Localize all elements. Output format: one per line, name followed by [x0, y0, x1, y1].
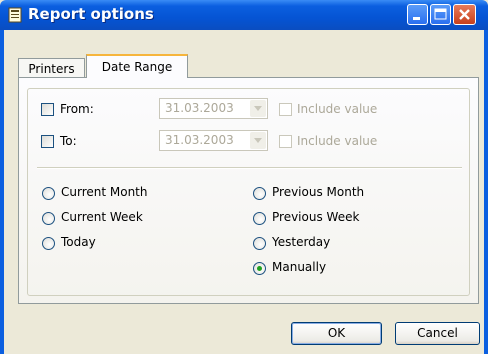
to-label: To: [60, 134, 77, 148]
radio-yesterday[interactable] [253, 237, 266, 250]
radio-today-label: Today [61, 235, 96, 249]
window-frame-left [0, 30, 4, 354]
tab-date-range-label: Date Range [101, 60, 173, 74]
tab-printers[interactable]: Printers [18, 58, 85, 77]
maximize-icon [434, 8, 447, 20]
radio-current-week[interactable] [42, 212, 55, 225]
radio-current-month-label: Current Month [61, 185, 148, 199]
radio-current-month[interactable] [42, 187, 55, 200]
maximize-button[interactable] [430, 4, 451, 25]
title-bar[interactable]: Report options [0, 0, 488, 30]
chevron-down-icon[interactable] [250, 132, 266, 149]
radio-selected-dot [257, 266, 262, 271]
tab-printers-label: Printers [28, 62, 75, 76]
radio-previous-month-label: Previous Month [272, 185, 365, 199]
radio-manually[interactable] [253, 262, 266, 275]
to-include-value-checkbox[interactable] [279, 135, 292, 148]
separator [37, 167, 462, 169]
cancel-button[interactable]: Cancel [395, 322, 480, 345]
chevron-down-icon[interactable] [250, 100, 266, 117]
radio-yesterday-label: Yesterday [272, 235, 331, 249]
report-options-dialog: Report options Printers Date Range From:… [0, 0, 488, 354]
radio-previous-week-label: Previous Week [272, 210, 360, 224]
report-icon [8, 7, 22, 23]
to-date-dropdown[interactable]: 31.03.2003 [159, 130, 268, 151]
from-label: From: [60, 102, 94, 116]
minimize-button[interactable] [407, 4, 428, 25]
radio-previous-month[interactable] [253, 187, 266, 200]
tab-date-range[interactable]: Date Range [86, 54, 188, 78]
close-button[interactable] [453, 4, 476, 25]
to-include-value-label: Include value [297, 134, 378, 148]
from-checkbox[interactable] [41, 103, 54, 116]
radio-today[interactable] [42, 237, 55, 250]
from-date-value: 31.03.2003 [165, 101, 234, 115]
window-title: Report options [28, 5, 154, 23]
from-include-value-label: Include value [297, 102, 378, 116]
to-date-value: 31.03.2003 [165, 133, 234, 147]
minimize-icon [413, 17, 420, 20]
close-icon [459, 9, 470, 20]
radio-previous-week[interactable] [253, 212, 266, 225]
radio-current-week-label: Current Week [61, 210, 143, 224]
window-frame-right [484, 30, 488, 354]
from-include-value-checkbox[interactable] [279, 103, 292, 116]
ok-button[interactable]: OK [291, 322, 382, 345]
radio-manually-label: Manually [272, 260, 327, 274]
from-date-dropdown[interactable]: 31.03.2003 [159, 98, 268, 119]
to-checkbox[interactable] [41, 135, 54, 148]
